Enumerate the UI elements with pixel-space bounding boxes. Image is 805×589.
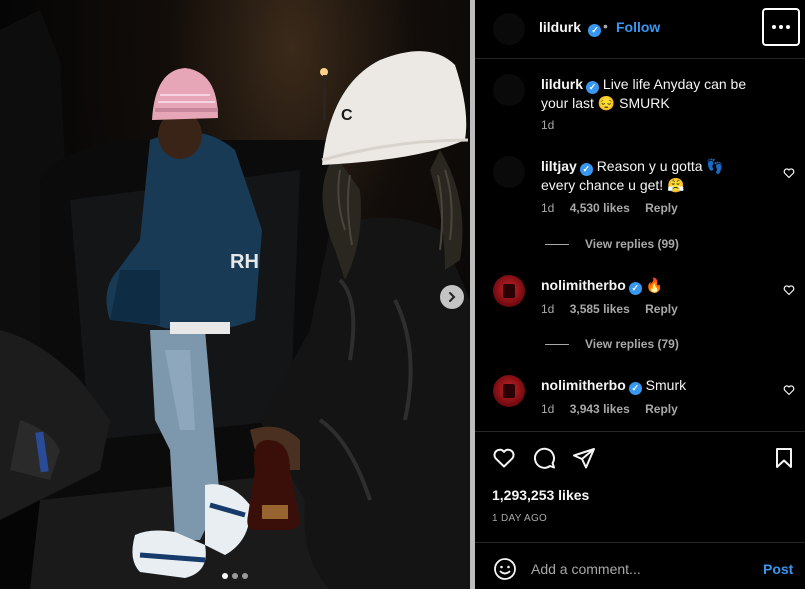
comment-avatar[interactable] <box>493 156 525 188</box>
replies-line <box>545 344 569 346</box>
comment-likes[interactable]: 3,585 likes <box>570 302 630 316</box>
reply-button[interactable]: Reply <box>645 201 678 215</box>
carousel-indicator <box>222 573 248 579</box>
next-photo-button[interactable] <box>440 285 464 309</box>
svg-text:RH: RH <box>230 251 259 273</box>
verified-badge-icon: ✓ <box>628 282 642 295</box>
post-button[interactable]: Post <box>763 561 793 577</box>
verified-badge-icon: ✓ <box>628 382 642 395</box>
carousel-dot <box>242 573 248 579</box>
comment-age[interactable]: 1d <box>541 302 554 316</box>
comment-icon[interactable] <box>532 446 556 470</box>
next-arrow-icon <box>449 292 456 302</box>
reply-button[interactable]: Reply <box>645 302 678 316</box>
like-count[interactable]: 1,293,253 likes <box>492 487 589 503</box>
replies-line <box>545 244 569 246</box>
view-replies-button[interactable]: View replies (99) <box>545 237 679 251</box>
heart-icon[interactable] <box>492 446 516 470</box>
comment-age[interactable]: 1d <box>541 201 554 215</box>
comment-heart-icon[interactable] <box>783 284 795 296</box>
comment-heart-icon[interactable] <box>783 384 795 396</box>
carousel-dot-active <box>222 573 228 579</box>
comment-body: nolimitherbo ✓ Smurk <box>541 376 756 395</box>
comment-body: nolimitherbo ✓ 🔥 <box>541 276 756 295</box>
view-replies-label: View replies (79) <box>585 337 679 351</box>
comment-username[interactable]: nolimitherbo <box>541 277 626 293</box>
comment-likes[interactable]: 4,530 likes <box>570 201 630 215</box>
comment-input[interactable] <box>531 557 751 581</box>
svg-text:C: C <box>341 107 353 124</box>
comment-body: liltjay ✓ Reason y u gotta 👣 every chance… <box>541 157 756 194</box>
more-options-icon <box>772 25 776 29</box>
share-icon[interactable] <box>572 446 596 470</box>
comment-username[interactable]: nolimitherbo <box>541 377 626 393</box>
comment-meta: 1d 4,530 likes Reply <box>541 201 690 215</box>
separator-dot: • <box>603 18 608 34</box>
author-username[interactable]: lildurk <box>539 19 581 35</box>
comment-meta: 1d 3,585 likes Reply <box>541 302 690 316</box>
post-timestamp[interactable]: 1 DAY AGO <box>492 513 547 524</box>
comment-likes[interactable]: 3,943 likes <box>570 402 630 416</box>
more-options-icon-dot <box>786 25 790 29</box>
view-replies-label: View replies (99) <box>585 237 679 251</box>
comment-username[interactable]: liltjay <box>541 158 577 174</box>
comment-avatar[interactable] <box>493 275 525 307</box>
verified-badge-icon: ✓ <box>586 81 600 94</box>
caption-meta: 1d <box>541 118 566 132</box>
post-photo[interactable]: RH C <box>0 0 470 589</box>
comment-avatar[interactable] <box>493 375 525 407</box>
caption-username[interactable]: lildurk <box>541 76 583 92</box>
author-avatar[interactable] <box>493 13 525 45</box>
follow-button[interactable]: Follow <box>616 19 660 35</box>
more-options-button[interactable] <box>762 8 800 46</box>
post-photo-illustration: RH C <box>0 10 470 589</box>
reply-button[interactable]: Reply <box>645 402 678 416</box>
view-replies-button[interactable]: View replies (79) <box>545 337 679 351</box>
actions-divider <box>475 431 805 432</box>
comment-meta: 1d 3,943 likes Reply <box>541 402 690 416</box>
caption-age[interactable]: 1d <box>541 118 554 132</box>
verified-badge-icon: ✓ <box>579 163 593 176</box>
caption-body: lildurk ✓ Live life Anyday can be your la… <box>541 75 756 112</box>
comments-panel: lildurk ✓ • Follow lildurk ✓ Live life An… <box>475 0 805 589</box>
post-header: lildurk ✓ • Follow <box>475 0 805 59</box>
verified-badge-icon: ✓ <box>588 24 602 37</box>
bookmark-icon[interactable] <box>772 446 796 470</box>
author-username-wrap[interactable]: lildurk ✓ <box>539 19 602 37</box>
carousel-dot <box>232 573 238 579</box>
comment-age[interactable]: 1d <box>541 402 554 416</box>
comment-heart-icon[interactable] <box>783 167 795 179</box>
comment-text: 🔥 <box>645 277 664 293</box>
composer-divider <box>475 542 805 543</box>
emoji-icon[interactable] <box>493 557 517 581</box>
comment-text: Smurk <box>645 377 687 393</box>
more-options-icon-dot <box>779 25 783 29</box>
caption-avatar[interactable] <box>493 74 525 106</box>
